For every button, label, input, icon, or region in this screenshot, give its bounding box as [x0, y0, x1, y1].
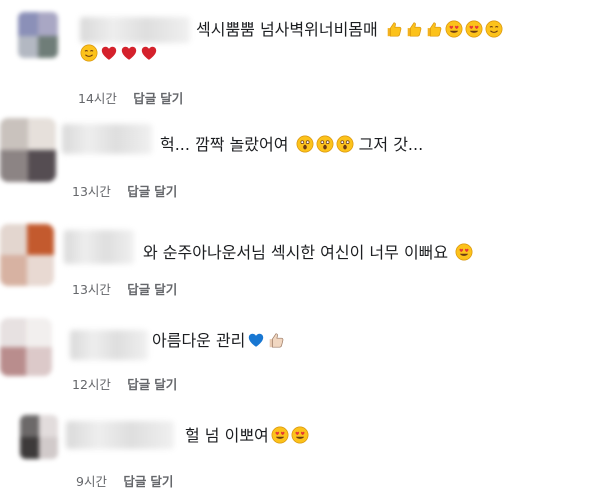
smiling-hug-icon [80, 44, 98, 62]
comment-time[interactable]: 12시간 [72, 377, 111, 392]
reply-label[interactable]: 답글 [127, 184, 150, 199]
heart-eyes-icon [455, 243, 473, 261]
comment-text: 섹시뿜뿜 넘사벽위너비몸매 [196, 19, 503, 41]
heart-eyes-icon [271, 426, 289, 444]
comment-actions: 9시간 답글 달기 [76, 471, 185, 490]
thumbs-up-icon [267, 331, 285, 349]
author-name-blurred[interactable] [64, 230, 134, 264]
comment-time[interactable]: 13시간 [72, 184, 111, 199]
comment-item: 아름다운 관리 12시간 답글 달기 [0, 310, 600, 405]
comment-actions: 13시간 답글 달기 [72, 181, 189, 200]
red-heart-icon [140, 44, 158, 62]
reply-label[interactable]: 답글 [123, 474, 146, 489]
comment-body: 섹시뿜뿜 넘사벽위너비몸매 [196, 20, 378, 39]
comment-text: 헉... 깜짝 놀랐어여 그저 갓... [160, 134, 423, 156]
reply-button[interactable]: 달기 [150, 474, 173, 489]
comment-item: 헉... 깜짝 놀랐어여 그저 갓... 13시간 답글 달기 [0, 110, 600, 210]
avatar[interactable] [0, 224, 54, 286]
comment-item: 섹시뿜뿜 넘사벽위너비몸매 14시간 답글 달기 [0, 0, 600, 110]
reply-button[interactable]: 달기 [160, 91, 183, 106]
author-name-blurred[interactable] [66, 421, 174, 449]
thumbs-up-icon [405, 20, 423, 38]
author-name-blurred[interactable] [80, 17, 190, 43]
comment-time[interactable]: 14시간 [78, 91, 117, 106]
comment-body-tail: 그저 갓... [358, 135, 424, 154]
avatar[interactable] [0, 118, 56, 182]
author-name-blurred[interactable] [62, 124, 152, 154]
thumbs-up-icon [425, 20, 443, 38]
comment-body: 와 순주아나운서님 섹시한 여신이 너무 이뻐요 [143, 243, 449, 262]
comment-text: 와 순주아나운서님 섹시한 여신이 너무 이뻐요 [143, 242, 473, 264]
comment-actions: 12시간 답글 달기 [72, 374, 189, 393]
comment-time[interactable]: 9시간 [76, 474, 107, 489]
comment-body: 헉... 깜짝 놀랐어여 [160, 135, 289, 154]
comment-body: 헐 넘 이뽀여 [185, 426, 269, 445]
red-heart-icon [120, 44, 138, 62]
blue-heart-icon [247, 331, 265, 349]
astonished-face-icon [296, 135, 314, 153]
comment-item: 와 순주아나운서님 섹시한 여신이 너무 이뻐요 13시간 답글 달기 [0, 210, 600, 310]
reply-button[interactable]: 달기 [154, 282, 177, 297]
thumbs-up-icon [385, 20, 403, 38]
reply-label[interactable]: 답글 [133, 91, 156, 106]
red-heart-icon [100, 44, 118, 62]
comment-text: 헐 넘 이뽀여 [185, 425, 309, 447]
comment-actions: 14시간 답글 달기 [78, 88, 195, 107]
reply-label[interactable]: 답글 [127, 377, 150, 392]
astonished-face-icon [336, 135, 354, 153]
heart-eyes-icon [291, 426, 309, 444]
avatar[interactable] [18, 12, 58, 58]
comment-text: 아름다운 관리 [152, 330, 285, 352]
reply-button[interactable]: 달기 [154, 184, 177, 199]
astonished-face-icon [316, 135, 334, 153]
heart-eyes-icon [465, 20, 483, 38]
reply-button[interactable]: 달기 [154, 377, 177, 392]
heart-eyes-icon [445, 20, 463, 38]
avatar[interactable] [20, 415, 58, 459]
comment-time[interactable]: 13시간 [72, 282, 111, 297]
reply-label[interactable]: 답글 [127, 282, 150, 297]
comment-actions: 13시간 답글 달기 [72, 279, 189, 298]
comment-body: 아름다운 관리 [152, 331, 246, 350]
author-name-blurred[interactable] [70, 330, 148, 360]
comment-item: 헐 넘 이뽀여 9시간 답글 달기 [0, 405, 600, 502]
avatar[interactable] [0, 318, 52, 376]
comment-emoji-line [78, 43, 158, 65]
smiling-hug-icon [485, 20, 503, 38]
